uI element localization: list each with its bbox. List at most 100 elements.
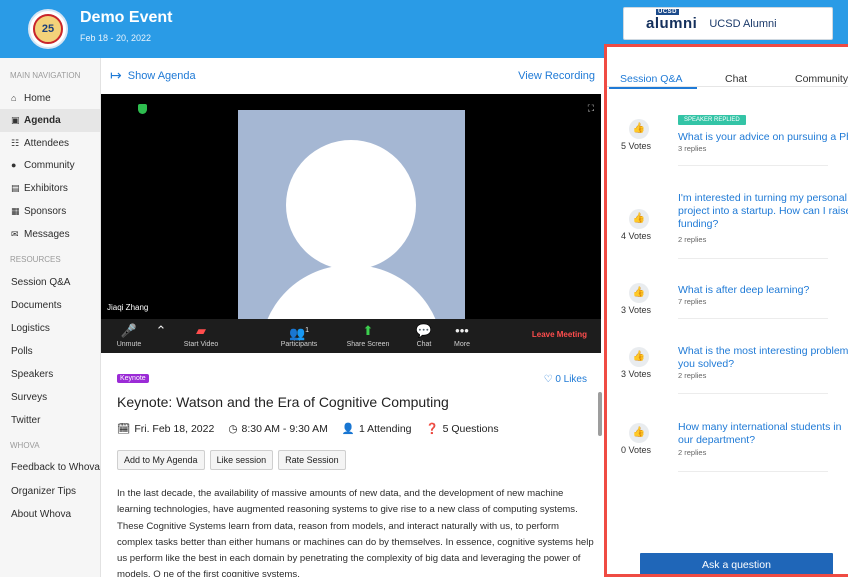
session-title: Keynote: Watson and the Era of Cognitive…: [117, 394, 449, 410]
sidebar-item-label: Community: [24, 160, 75, 171]
panel-tabs: Session Q&A Chat Community: [607, 61, 848, 87]
sidebar-item-label: Home: [24, 93, 51, 104]
view-recording-link[interactable]: View Recording: [518, 70, 595, 82]
session-attending-text: 1 Attending: [358, 422, 412, 435]
sidebar-item-sponsors[interactable]: ▦ Sponsors: [0, 200, 100, 223]
start-video-label: Start Video: [183, 341, 219, 348]
ask-question-button[interactable]: Ask a question: [640, 553, 833, 574]
speaker-name-label: Jiaqi Zhang: [107, 303, 149, 312]
start-video-button[interactable]: ▰ Start Video: [175, 321, 227, 348]
unmute-button[interactable]: 🎤 Unmute: [109, 321, 149, 348]
sidebar-item-twitter[interactable]: Twitter: [0, 409, 100, 432]
question-divider: [678, 393, 828, 394]
sidebar-item-organizer-tips[interactable]: Organizer Tips: [0, 480, 100, 503]
more-label: More: [454, 341, 470, 348]
reply-count: 2 replies: [678, 235, 707, 244]
sidebar-item-attendees[interactable]: ☷ Attendees: [0, 132, 100, 155]
sidebar-item-exhibitors[interactable]: ▤ Exhibitors: [0, 177, 100, 200]
participant-video-tile: [238, 110, 465, 320]
sidebar-item-home[interactable]: ⌂ Home: [0, 87, 100, 110]
add-to-agenda-button[interactable]: Add to My Agenda: [117, 450, 205, 470]
more-button[interactable]: ••• More: [447, 321, 477, 348]
calendar-icon: ▣: [11, 115, 20, 125]
question-text[interactable]: What is the most interesting problem you…: [678, 345, 848, 371]
session-time: ◷ 8:30 AM - 9:30 AM: [228, 422, 328, 435]
like-session-button[interactable]: Like session: [209, 450, 274, 470]
question-text[interactable]: I'm interested in turning my personal pr…: [678, 192, 848, 231]
tab-community[interactable]: Community: [795, 73, 848, 85]
avatar-body: [260, 265, 443, 320]
mic-muted-icon: 🎤: [120, 323, 138, 338]
attendee-icon: 👤: [341, 423, 355, 435]
sidebar-item-label: Agenda: [24, 115, 61, 126]
building-icon: ▤: [11, 183, 20, 193]
session-date: 🗓 Fri. Feb 18, 2022: [117, 422, 214, 436]
thumbs-up-icon[interactable]: 👍: [629, 347, 649, 367]
video-player[interactable]: ⛶ Jiaqi Zhang: [101, 94, 601, 320]
sidebar-item-community[interactable]: ● Community: [0, 154, 100, 177]
event-logo[interactable]: 25: [28, 9, 68, 49]
session-actions: Add to My Agenda Like session Rate Sessi…: [117, 450, 346, 470]
vote-count: 4 Votes: [621, 231, 652, 241]
sidebar-item-logistics[interactable]: Logistics: [0, 317, 100, 340]
thumbs-up-icon[interactable]: 👍: [629, 423, 649, 443]
reply-count: 7 replies: [678, 297, 707, 306]
sidebar-item-label: Exhibitors: [24, 183, 68, 194]
leave-meeting-button[interactable]: Leave Meeting: [532, 330, 587, 339]
vote-count: 0 Votes: [621, 445, 652, 455]
event-title: Demo Event: [80, 9, 173, 26]
fullscreen-icon[interactable]: ⛶: [588, 103, 594, 114]
arrow-right-bar-icon: ↦: [110, 67, 122, 83]
thumbs-up-icon[interactable]: 👍: [629, 283, 649, 303]
rate-session-button[interactable]: Rate Session: [278, 450, 346, 470]
sidebar-item-feedback[interactable]: Feedback to Whova: [0, 456, 100, 479]
avatar-head: [286, 140, 416, 270]
participants-count: 1: [305, 327, 310, 334]
share-screen-button[interactable]: ⬆ Share Screen: [341, 321, 395, 348]
show-agenda-button[interactable]: ↦ Show Agenda: [110, 67, 196, 84]
session-type-badge: Keynote: [117, 374, 149, 383]
thumbs-up-icon[interactable]: 👍: [629, 209, 649, 229]
chat-button[interactable]: 💬 Chat: [409, 321, 439, 348]
section-main-navigation: MAIN NAVIGATION: [10, 71, 81, 80]
question-divider: [678, 165, 828, 166]
question-text[interactable]: What is your advice on pursuing a PhD: [678, 131, 848, 144]
vote-count: 5 Votes: [621, 141, 652, 151]
active-tab-indicator: [609, 87, 697, 89]
reply-count: 3 replies: [678, 144, 707, 153]
tab-chat[interactable]: Chat: [725, 73, 747, 85]
participants-button[interactable]: 👥1 Participants: [273, 321, 325, 348]
alumni-logo: UCSD alumni: [646, 9, 697, 32]
section-resources: RESOURCES: [10, 255, 61, 264]
show-agenda-label: Show Agenda: [127, 69, 196, 82]
sidebar-item-agenda[interactable]: ▣ Agenda: [0, 109, 100, 132]
tab-session-qa[interactable]: Session Q&A: [620, 73, 682, 85]
clock-icon: ◷: [228, 422, 238, 435]
reply-count: 2 replies: [678, 371, 707, 380]
section-whova: WHOVA: [10, 441, 40, 450]
sponsor-icon: ▦: [11, 206, 20, 216]
session-description: In the last decade, the availability of …: [117, 488, 594, 577]
sponsor-banner[interactable]: UCSD alumni UCSD Alumni: [623, 7, 833, 40]
likes-button[interactable]: ♡ 0 Likes: [544, 374, 587, 385]
question-text[interactable]: How many international students in our d…: [678, 421, 848, 447]
thumbs-up-icon[interactable]: 👍: [629, 119, 649, 139]
heart-icon: ♡: [543, 374, 553, 385]
alumni-logo-tag: UCSD: [656, 9, 680, 15]
question-divider: [678, 258, 828, 259]
sidebar-item-polls[interactable]: Polls: [0, 340, 100, 363]
sidebar-item-documents[interactable]: Documents: [0, 294, 100, 317]
sidebar-item-about-whova[interactable]: About Whova: [0, 503, 100, 526]
sidebar-item-speakers[interactable]: Speakers: [0, 363, 100, 386]
likes-count: 0 Likes: [555, 374, 587, 385]
question-divider: [678, 471, 828, 472]
sidebar-item-surveys[interactable]: Surveys: [0, 386, 100, 409]
question-text[interactable]: What is after deep learning?: [678, 284, 848, 297]
chat-label: Chat: [416, 341, 432, 348]
event-dates: Feb 18 - 20, 2022: [80, 33, 152, 43]
content-scrollbar[interactable]: [598, 392, 602, 436]
sidebar-item-messages[interactable]: ✉ Messages: [0, 223, 100, 246]
audio-options-chevron[interactable]: ⌃: [154, 321, 168, 341]
main-content: ↦ Show Agenda View Recording ⛶ Jiaqi Zha…: [101, 58, 602, 577]
sidebar-item-session-qa[interactable]: Session Q&A: [0, 271, 100, 294]
